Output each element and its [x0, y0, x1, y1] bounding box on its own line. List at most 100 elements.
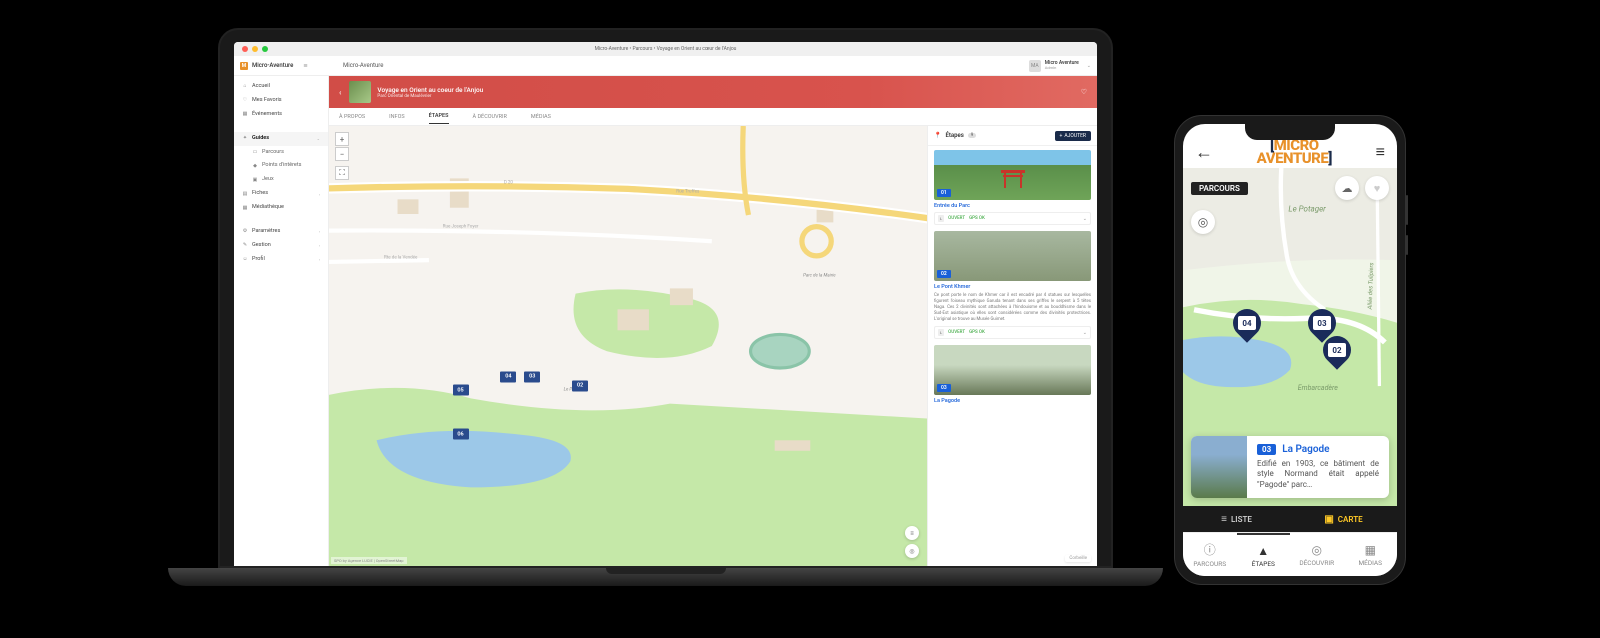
nav-parcours[interactable]: ⓘPARCOURS: [1183, 533, 1237, 576]
sidebar-item-label: Accueil: [252, 82, 270, 92]
parcours-tag: PARCOURS: [1191, 182, 1248, 195]
map-label-parc: Parc de la Mairie: [803, 273, 835, 278]
brand-logo-icon: [240, 62, 248, 70]
sidebar-item-label: Points d'intêrets: [262, 161, 301, 171]
sidebar-item-library[interactable]: ▦Médiathèque: [234, 201, 328, 215]
tab-list[interactable]: ≡LISTE: [1183, 506, 1290, 532]
zoom-in-button[interactable]: +: [335, 132, 349, 146]
nav-decouvrir[interactable]: ◎DÉCOUVRIR: [1290, 533, 1344, 576]
step-status: OUVERT: [948, 330, 965, 335]
sidebar-item-favorites[interactable]: ♡Mes Favoris: [234, 94, 328, 108]
user-menu[interactable]: MA Micro Aventure Admin ⌄: [1029, 60, 1091, 72]
step-gps: GPS OK: [969, 330, 985, 335]
step-thumbnail: 02: [934, 231, 1091, 281]
sidebar-item-guides[interactable]: ✦Guides⌄: [234, 132, 328, 146]
view-mode-tabs: ≡LISTE ▣CARTE: [1183, 506, 1397, 532]
map-marker[interactable]: 04: [500, 371, 516, 382]
map-locate-button[interactable]: ◎: [905, 544, 919, 558]
tab-info[interactable]: INFOS: [389, 110, 405, 124]
map-marker[interactable]: 02: [1323, 336, 1351, 364]
step-number-badge: 02: [937, 270, 951, 278]
step-title: Le Pont Khmer: [934, 284, 1091, 290]
sidebar-item-label: Paramètres: [252, 227, 280, 237]
window-title: Micro-Aventure • Parcours • Voyage en Or…: [595, 46, 737, 52]
map-layers-button[interactable]: ≡: [905, 526, 919, 540]
brand-logo: [MICRO AVENTURE]: [1257, 139, 1332, 166]
minimize-window-icon[interactable]: [252, 46, 258, 52]
sidebar-item-events[interactable]: ▦Événements: [234, 108, 328, 122]
compass-icon: ◎: [1312, 543, 1322, 557]
map-marker[interactable]: 04: [1233, 309, 1261, 337]
chevron-right-icon: ›: [319, 242, 320, 249]
bottom-nav: ⓘPARCOURS ▲ÉTAPES ◎DÉCOUVRIR ▦MÉDIAS: [1183, 532, 1397, 576]
sidebar-item-label: Gestion: [252, 241, 271, 251]
route-icon: ▭: [252, 148, 258, 157]
back-icon[interactable]: ‹: [339, 88, 341, 97]
laptop-device: Micro-Aventure • Parcours • Voyage en Or…: [218, 28, 1113, 608]
file-icon: ▤: [242, 190, 248, 199]
step-card[interactable]: 01 Entrée du Parc L OUVERT GPS OK ⌄: [934, 150, 1091, 225]
nav-etapes[interactable]: ▲ÉTAPES: [1237, 533, 1291, 576]
sidebar-item-routes[interactable]: ▭Parcours: [234, 146, 328, 160]
steps-panel: 📍 Étapes 9 +AJOUTER 01: [927, 126, 1097, 566]
sidebar-item-games[interactable]: ▣Jeux: [234, 173, 328, 187]
step-meta[interactable]: L OUVERT GPS OK ⌄: [934, 212, 1091, 225]
maximize-window-icon[interactable]: [262, 46, 268, 52]
cloud-download-icon[interactable]: ☁: [1335, 176, 1359, 200]
close-window-icon[interactable]: [242, 46, 248, 52]
sidebar-item-poi[interactable]: ◆ Points d'intêrets: [234, 159, 328, 173]
chevron-right-icon: ›: [319, 256, 320, 263]
user-role: Admin: [1045, 66, 1079, 70]
fullscreen-button[interactable]: ⛶: [335, 166, 349, 180]
tab-map[interactable]: ▣CARTE: [1290, 506, 1397, 532]
tab-media[interactable]: MÉDIAS: [531, 110, 551, 124]
sidebar-item-manage[interactable]: ✎Gestion›: [234, 239, 328, 253]
map-label-road: Rue Joseph Foyer: [443, 225, 479, 230]
tab-steps[interactable]: ÉTAPES: [429, 109, 449, 124]
zoom-out-button[interactable]: −: [335, 147, 349, 161]
add-step-button[interactable]: +AJOUTER: [1055, 131, 1091, 141]
map-canvas[interactable]: Le Potager Rte de la Vendée Rue Joseph F…: [329, 126, 927, 566]
step-title: La Pagode: [1282, 444, 1329, 455]
sidebar-toggle-icon[interactable]: ≡: [303, 62, 311, 70]
sidebar-item-settings[interactable]: ⚙Paramètres›: [234, 225, 328, 239]
favorite-icon[interactable]: ♡: [1081, 88, 1087, 96]
page-subtitle: Parc Oriental de Maulévrier: [377, 94, 483, 99]
chevron-down-icon: ⌄: [1087, 63, 1091, 69]
home-icon: ⌂: [242, 82, 248, 91]
sidebar-item-home[interactable]: ⌂ Accueil: [234, 80, 328, 94]
steps-header: 📍 Étapes 9 +AJOUTER: [928, 126, 1097, 146]
map-label-road: Rte de la Vendée: [384, 256, 417, 261]
trash-button[interactable]: Corbeille: [1065, 555, 1091, 562]
window-titlebar: Micro-Aventure • Parcours • Voyage en Or…: [234, 42, 1097, 56]
step-card[interactable]: 02 Le Pont Khmer Ce pont porte le nom de…: [934, 231, 1091, 339]
step-thumbnail: 01: [934, 150, 1091, 200]
map-marker[interactable]: 03: [524, 371, 540, 382]
step-title: Entrée du Parc: [934, 203, 1091, 209]
menu-icon[interactable]: ≡: [1376, 142, 1385, 162]
mobile-app-screen: ← [MICRO AVENTURE] ≡: [1183, 124, 1397, 576]
step-meta[interactable]: L OUVERT GPS OK ⌄: [934, 326, 1091, 339]
tab-discover[interactable]: À DÉCOUVRIR: [473, 110, 507, 124]
locate-button[interactable]: ◎: [1191, 210, 1215, 234]
step-preview-card[interactable]: 03 La Pagode Edifié en 1903, ce bâtiment…: [1191, 436, 1389, 498]
map-icon: ▣: [1324, 514, 1333, 525]
step-status: OUVERT: [948, 216, 965, 221]
mobile-map[interactable]: Le Potager Embarcadère Allée des Tulipie…: [1183, 168, 1397, 506]
map-marker[interactable]: 05: [453, 385, 469, 396]
sidebar-item-sheets[interactable]: ▤Fiches›: [234, 187, 328, 201]
map-marker[interactable]: 03: [1308, 309, 1336, 337]
map-zoom-controls: + − ⛶: [335, 132, 349, 180]
tab-about[interactable]: À PROPOS: [339, 110, 365, 124]
map-marker[interactable]: 02: [572, 380, 588, 391]
sidebar-item-profile[interactable]: ☺Profil›: [234, 253, 328, 267]
map-marker[interactable]: 06: [453, 429, 469, 440]
chevron-right-icon: ›: [319, 228, 320, 235]
nav-medias[interactable]: ▦MÉDIAS: [1344, 533, 1398, 576]
phone-device: ← [MICRO AVENTURE] ≡: [1174, 115, 1406, 585]
chevron-down-icon: ⌄: [317, 135, 320, 142]
step-card[interactable]: 03 La Pagode: [934, 345, 1091, 404]
pin-icon: ◆: [252, 162, 258, 171]
favorite-icon[interactable]: ♥: [1365, 176, 1389, 200]
back-icon[interactable]: ←: [1195, 142, 1213, 163]
